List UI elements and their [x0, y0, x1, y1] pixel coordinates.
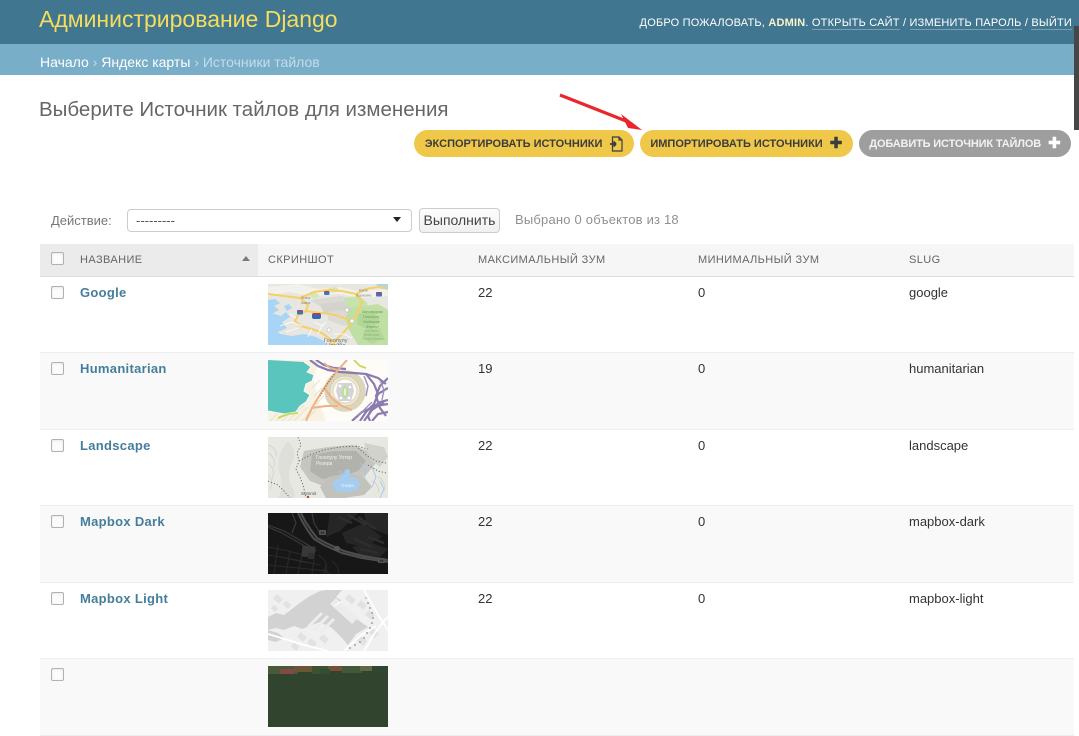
svg-text:Summit: Summit	[301, 491, 317, 496]
svg-text:Заповедник: Заповедник	[362, 310, 383, 314]
svg-text:Аиеа: Аиеа	[301, 300, 311, 305]
svg-text:Гонолулу: Гонолулу	[363, 315, 379, 319]
svg-text:Капеоне: Капеоне	[356, 292, 372, 297]
svg-text:Forest Reserve: Forest Reserve	[363, 337, 385, 341]
svg-text:Озеро: Озеро	[341, 483, 355, 488]
svg-text:99: 99	[380, 559, 384, 563]
svg-text:Усейшинг: Усейшинг	[363, 320, 381, 324]
svg-text:Резерв: Резерв	[316, 461, 333, 467]
svg-text:99: 99	[321, 531, 325, 535]
svg-text:Нлайбл: Нлайбл	[326, 342, 345, 345]
